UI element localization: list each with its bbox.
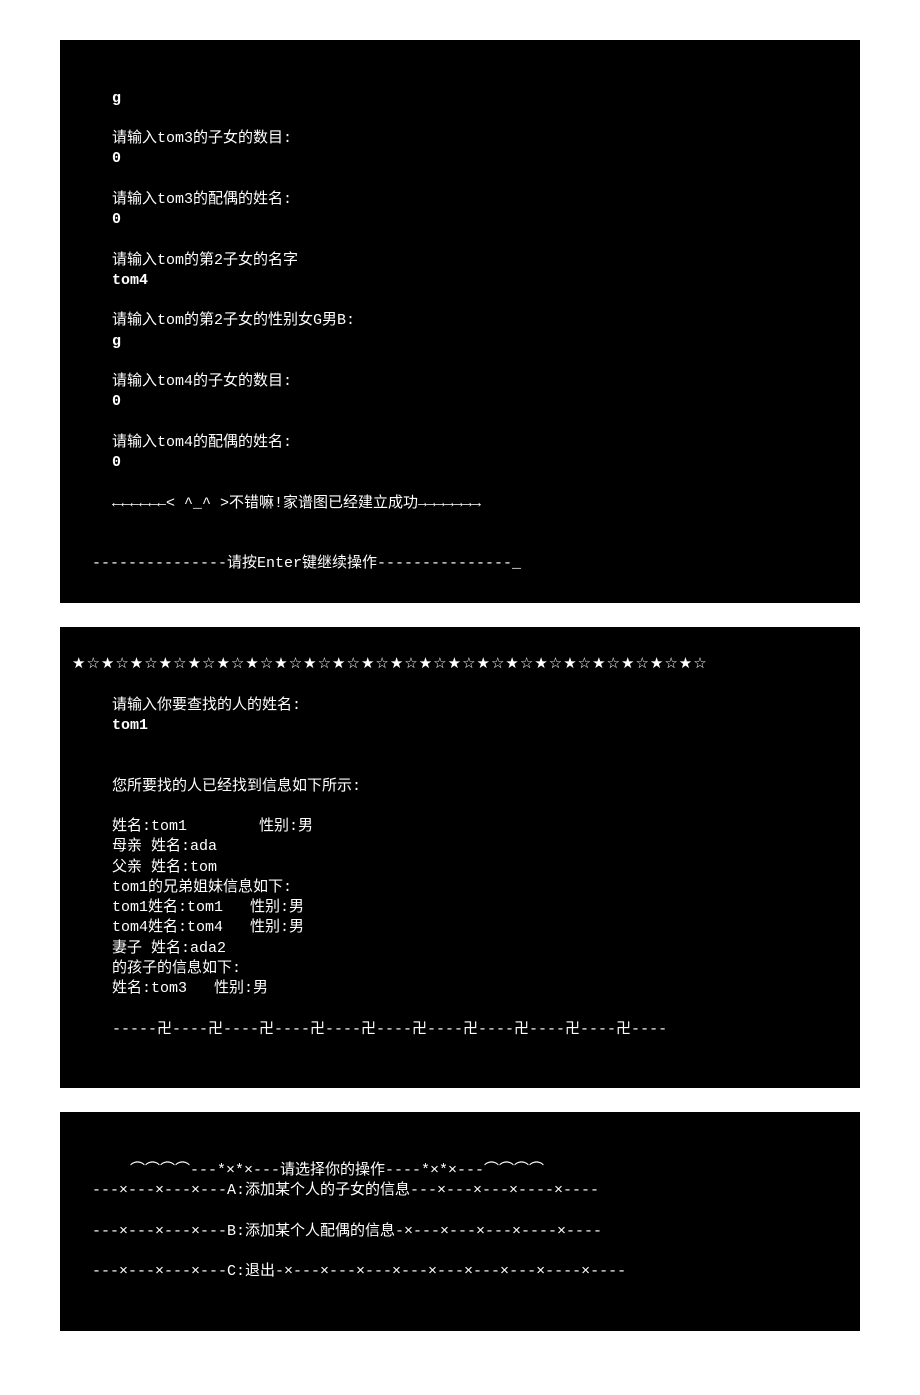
prompt-children-count-tom3: 请输入tom3的子女的数目: — [112, 130, 292, 147]
input-value: 0 — [112, 150, 121, 167]
search-prompt: 请输入你要查找的人的姓名: — [112, 697, 301, 714]
input-value: tom4 — [112, 272, 148, 289]
continue-prompt: ---------------请按Enter键继续操作-------------… — [92, 555, 521, 572]
result-siblings-header: tom1的兄弟姐妹信息如下: — [112, 879, 292, 896]
input-value: 0 — [112, 393, 121, 410]
input-value: 0 — [112, 454, 121, 471]
prompt-spouse-tom3: 请输入tom3的配偶的姓名: — [112, 191, 292, 208]
result-child-1: 姓名:tom3 性别:男 — [112, 980, 268, 997]
found-message: 您所要找的人已经找到信息如下所示: — [112, 778, 361, 795]
terminal-panel-1: g 请输入tom3的子女的数目: 0 请输入tom3的配偶的姓名: 0 请输入t… — [60, 40, 860, 603]
input-value: 0 — [112, 211, 121, 228]
prompt-child2-gender: 请输入tom的第2子女的性别女G男B: — [112, 312, 355, 329]
input-echo: g — [112, 90, 121, 107]
result-sibling-2: tom4姓名:tom4 性别:男 — [112, 919, 304, 936]
result-mother: 母亲 姓名:ada — [112, 838, 217, 855]
input-value: g — [112, 333, 121, 350]
terminal-panel-3: ⌒⌒⌒⌒---*×*×---请选择你的操作----*×*×---⌒⌒⌒⌒ ---… — [60, 1112, 860, 1331]
menu-option-a: ---×---×---×---A:添加某个人的子女的信息---×---×---×… — [92, 1182, 599, 1199]
result-wife: 妻子 姓名:ada2 — [112, 940, 226, 957]
prompt-child2-name: 请输入tom的第2子女的名字 — [112, 252, 298, 269]
result-sibling-1: tom1姓名:tom1 性别:男 — [112, 899, 304, 916]
terminal-panel-2: ★☆★☆★☆★☆★☆★☆★☆★☆★☆★☆★☆★☆★☆★☆★☆★☆★☆★☆★☆★☆… — [60, 627, 860, 1089]
success-message: ←←←←←←< ^_^ >不错嘛!家谱图已经建立成功→→→→→→→ — [112, 495, 481, 512]
menu-option-c: ---×---×---×---C:退出-×---×---×---×---×---… — [92, 1263, 626, 1280]
prompt-spouse-tom4: 请输入tom4的配偶的姓名: — [112, 434, 292, 451]
prompt-children-count-tom4: 请输入tom4的子女的数目: — [112, 373, 292, 390]
search-input-value: tom1 — [112, 717, 148, 734]
swastika-divider: -----卍----卍----卍----卍----卍----卍----卍----… — [112, 1021, 667, 1038]
result-children-header: 的孩子的信息如下: — [112, 960, 241, 977]
result-name-gender: 姓名:tom1 性别:男 — [112, 818, 313, 835]
result-father: 父亲 姓名:tom — [112, 859, 217, 876]
star-divider: ★☆★☆★☆★☆★☆★☆★☆★☆★☆★☆★☆★☆★☆★☆★☆★☆★☆★☆★☆★☆… — [72, 656, 708, 673]
menu-header: ⌒⌒⌒⌒---*×*×---请选择你的操作----*×*×---⌒⌒⌒⌒ — [112, 1162, 544, 1179]
menu-option-b: ---×---×---×---B:添加某个人配偶的信息-×---×---×---… — [92, 1223, 602, 1240]
